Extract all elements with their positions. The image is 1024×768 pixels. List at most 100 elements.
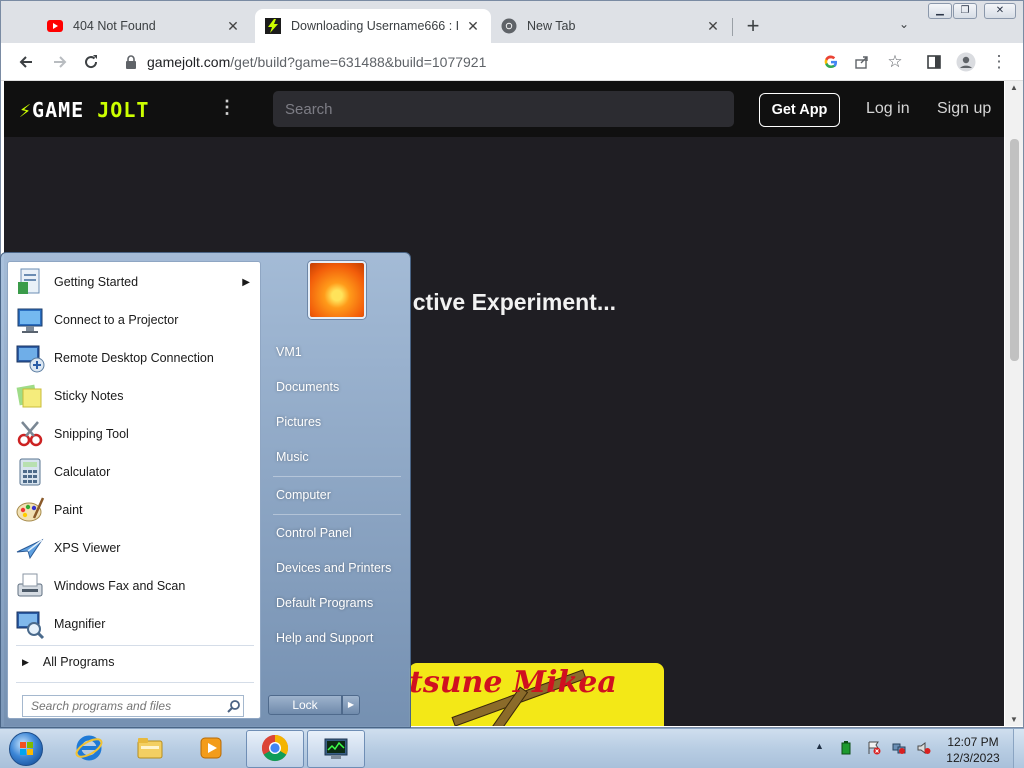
get-app-button[interactable]: Get App (759, 93, 840, 127)
program-xps-viewer[interactable]: XPS Viewer (10, 530, 258, 566)
chevron-down-icon[interactable]: ⌄ (894, 17, 914, 37)
game-thumbnail[interactable]: tsune Mikea (409, 663, 664, 726)
program-remote-desktop[interactable]: Remote Desktop Connection (10, 340, 258, 376)
projector-icon (14, 304, 46, 336)
show-desktop-button[interactable] (1013, 729, 1024, 768)
program-label: Getting Started (54, 275, 139, 289)
address-bar[interactable]: gamejolt.com/get/build?game=631488&build… (147, 54, 486, 70)
taskbar-chrome[interactable] (246, 730, 304, 768)
back-icon[interactable] (15, 51, 37, 73)
tab-404[interactable]: 404 Not Found ✕ (37, 9, 251, 43)
start-button[interactable] (5, 729, 47, 768)
close-tab-icon[interactable]: ✕ (705, 18, 721, 34)
lock-button[interactable]: Lock (268, 695, 342, 715)
clock-time: 12:07 PM (947, 735, 999, 749)
signup-link[interactable]: Sign up (937, 100, 991, 118)
link-default-programs[interactable]: Default Programs (276, 596, 373, 610)
link-computer[interactable]: Computer (276, 488, 331, 502)
login-link[interactable]: Log in (866, 100, 910, 118)
close-tab-icon[interactable]: ✕ (465, 18, 481, 34)
battery-icon[interactable] (839, 741, 853, 755)
calculator-icon (14, 456, 46, 488)
program-calculator[interactable]: Calculator (10, 454, 258, 490)
forward-icon[interactable] (49, 51, 71, 73)
gamejolt-icon (265, 18, 281, 34)
taskbar-task-manager[interactable] (307, 730, 365, 768)
reload-icon[interactable] (80, 51, 102, 73)
media-player-icon (196, 733, 226, 766)
program-label: Connect to a Projector (54, 313, 179, 327)
close-window-button[interactable]: ✕ (984, 3, 1016, 19)
submenu-arrow-icon: ▶ (242, 276, 250, 288)
program-getting-started[interactable]: Getting Started ▶ (10, 264, 258, 300)
menu-dots-icon[interactable]: ⋮ (988, 51, 1010, 73)
program-magnifier[interactable]: Magnifier (10, 606, 258, 642)
link-control-panel[interactable]: Control Panel (276, 526, 352, 540)
program-label: Windows Fax and Scan (54, 579, 186, 593)
more-menu-icon[interactable]: ⋮ (218, 97, 236, 118)
site-search-input[interactable] (273, 91, 734, 127)
scrollbar-thumb[interactable] (1010, 139, 1019, 361)
new-tab-button[interactable]: + (741, 15, 765, 39)
remote-desktop-icon (14, 342, 46, 374)
show-hidden-icons[interactable]: ▲ (815, 741, 829, 755)
program-label: Sticky Notes (54, 389, 124, 403)
share-icon[interactable] (851, 51, 873, 73)
side-panel-icon[interactable] (923, 51, 945, 73)
youtube-icon (47, 18, 63, 34)
tab-strip: 404 Not Found ✕ Downloading Username666 … (1, 1, 1023, 43)
snipping-tool-icon (14, 418, 46, 450)
link-music[interactable]: Music (276, 450, 309, 464)
tab-new-tab[interactable]: New Tab ✕ (491, 9, 731, 43)
chrome-icon (501, 18, 517, 34)
minimize-button[interactable]: ▁ (928, 3, 952, 19)
google-icon[interactable] (820, 51, 842, 73)
profile-icon[interactable] (955, 51, 977, 73)
lock-icon[interactable] (120, 51, 142, 73)
tab-title: 404 Not Found (73, 19, 156, 33)
program-label: XPS Viewer (54, 541, 121, 555)
all-programs-label: All Programs (42, 655, 115, 669)
search-icon[interactable] (226, 698, 242, 714)
link-documents[interactable]: Documents (276, 380, 339, 394)
link-devices-printers[interactable]: Devices and Printers (276, 561, 391, 575)
clock-date: 12/3/2023 (946, 751, 1000, 765)
taskbar-internet-explorer[interactable] (60, 730, 118, 768)
action-center-icon[interactable] (867, 741, 881, 755)
user-avatar[interactable] (308, 261, 366, 319)
link-pictures[interactable]: Pictures (276, 415, 321, 429)
program-label: Remote Desktop Connection (54, 351, 214, 365)
program-connect-projector[interactable]: Connect to a Projector (10, 302, 258, 338)
url-host: gamejolt.com (147, 54, 231, 70)
windows-logo-icon (9, 732, 43, 766)
page-scrollbar[interactable]: ▲ ▼ (1005, 81, 1023, 726)
all-programs-button[interactable]: ▶ All Programs (10, 650, 258, 674)
start-search-input[interactable] (22, 695, 244, 717)
taskbar-media-player[interactable] (182, 730, 240, 768)
program-snipping-tool[interactable]: Snipping Tool (10, 416, 258, 452)
start-menu: Getting Started ▶ Connect to a Projector… (0, 252, 411, 728)
program-paint[interactable]: Paint (10, 492, 258, 528)
tab-downloading[interactable]: Downloading Username666 : Inte ✕ (255, 9, 491, 43)
taskbar-file-explorer[interactable] (121, 730, 179, 768)
star-icon[interactable]: ☆ (884, 51, 906, 73)
shutdown-options-arrow-icon[interactable]: ▶ (342, 695, 360, 715)
program-sticky-notes[interactable]: Sticky Notes (10, 378, 258, 414)
tab-title: New Tab (527, 19, 576, 33)
link-help-support[interactable]: Help and Support (276, 631, 373, 645)
thumbnail-title: tsune Mikea (409, 665, 617, 700)
paint-icon (14, 494, 46, 526)
maximize-button[interactable]: ❐ (953, 3, 977, 19)
url-path: /get/build?game=631488&build=1077921 (230, 54, 487, 70)
chrome-icon (260, 733, 290, 766)
program-label: Calculator (54, 465, 111, 479)
volume-icon[interactable] (917, 741, 931, 755)
close-tab-icon[interactable]: ✕ (225, 18, 241, 34)
gamejolt-logo[interactable]: ⚡GAME JOLT (19, 98, 149, 122)
link-user[interactable]: VM1 (276, 345, 302, 359)
start-menu-places: VM1 Documents Pictures Music Computer Co… (263, 261, 409, 721)
system-clock[interactable]: 12:07 PM 12/3/2023 (938, 734, 1008, 766)
program-fax-scan[interactable]: Windows Fax and Scan (10, 568, 258, 604)
network-icon[interactable] (892, 741, 906, 755)
task-manager-icon (321, 733, 351, 766)
